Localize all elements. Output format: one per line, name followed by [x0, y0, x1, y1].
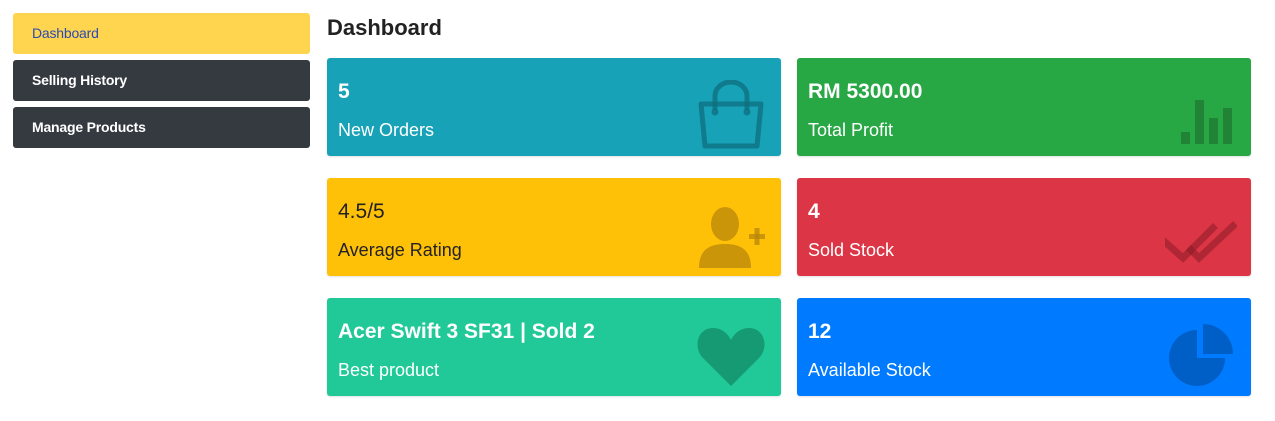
shopping-bag-icon — [698, 80, 764, 149]
card-value: 4.5/5 — [338, 200, 385, 223]
card-label: Average Rating — [338, 240, 462, 260]
double-check-icon — [1165, 221, 1237, 263]
new-orders-card[interactable]: 5 New Orders — [327, 58, 781, 156]
card-label: Best product — [338, 360, 440, 380]
user-plus-icon — [699, 207, 765, 268]
available-stock-card[interactable]: 12 Available Stock — [797, 298, 1251, 396]
bar-chart-icon — [1181, 100, 1232, 144]
sidebar-item-label: Dashboard — [32, 25, 99, 41]
sidebar-item-selling-history[interactable]: Selling History — [13, 60, 310, 101]
sold-stock-card[interactable]: 4 Sold Stock — [797, 178, 1251, 276]
best-product-card[interactable]: Acer Swift 3 SF31 | Sold 2 Best product — [327, 298, 781, 396]
sidebar: Dashboard Selling History Manage Product… — [13, 13, 310, 154]
sidebar-item-manage-products[interactable]: Manage Products — [13, 107, 310, 148]
card-label: New Orders — [338, 120, 435, 140]
card-value: RM 5300.00 — [808, 80, 923, 103]
card-value: Acer Swift 3 SF31 | Sold 2 — [338, 320, 595, 343]
sidebar-item-label: Selling History — [32, 72, 128, 88]
sidebar-item-label: Manage Products — [32, 119, 146, 135]
average-rating-card[interactable]: 4.5/5 Average Rating — [327, 178, 781, 276]
card-value: 5 — [338, 80, 350, 103]
sidebar-item-dashboard[interactable]: Dashboard — [13, 13, 310, 54]
page: Dashboard Selling History Manage Product… — [0, 0, 1275, 421]
card-label: Total Profit — [808, 120, 894, 140]
heart-icon — [697, 328, 765, 386]
card-label: Available Stock — [808, 360, 931, 380]
page-title: Dashboard — [327, 15, 442, 40]
pie-chart-icon — [1169, 324, 1233, 386]
card-value: 12 — [808, 320, 832, 343]
card-label: Sold Stock — [808, 240, 895, 260]
total-profit-card[interactable]: RM 5300.00 Total Profit — [797, 58, 1251, 156]
card-value: 4 — [808, 200, 820, 223]
